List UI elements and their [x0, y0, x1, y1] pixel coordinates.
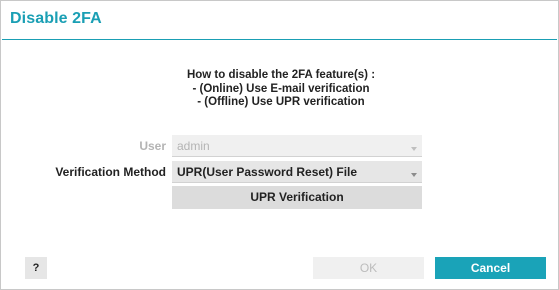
instructions-text: How to disable the 2FA feature(s) : - (O…: [141, 69, 421, 110]
instructions-line-1: How to disable the 2FA feature(s) :: [186, 69, 376, 81]
user-select-value: admin: [177, 139, 210, 153]
dialog-title: Disable 2FA: [10, 10, 102, 27]
title-divider: [2, 39, 557, 40]
chevron-down-icon: [411, 147, 417, 151]
instructions-line-3: - (Offline) Use UPR verification: [197, 96, 365, 108]
disable-2fa-dialog: Disable 2FA How to disable the 2FA featu…: [0, 0, 559, 290]
user-label: User: [139, 139, 166, 153]
instructions-line-2: - (Online) Use E-mail verification: [192, 82, 370, 95]
chevron-down-icon: [411, 173, 417, 177]
cancel-button[interactable]: Cancel: [435, 257, 546, 279]
upr-verification-button[interactable]: UPR Verification: [172, 186, 422, 209]
verification-method-label: Verification Method: [55, 165, 166, 179]
verification-method-value: UPR(User Password Reset) File: [177, 165, 358, 179]
ok-button: OK: [313, 257, 424, 279]
verification-method-select[interactable]: UPR(User Password Reset) File: [172, 161, 422, 183]
help-button[interactable]: ?: [25, 257, 47, 279]
user-select: admin: [172, 135, 422, 157]
